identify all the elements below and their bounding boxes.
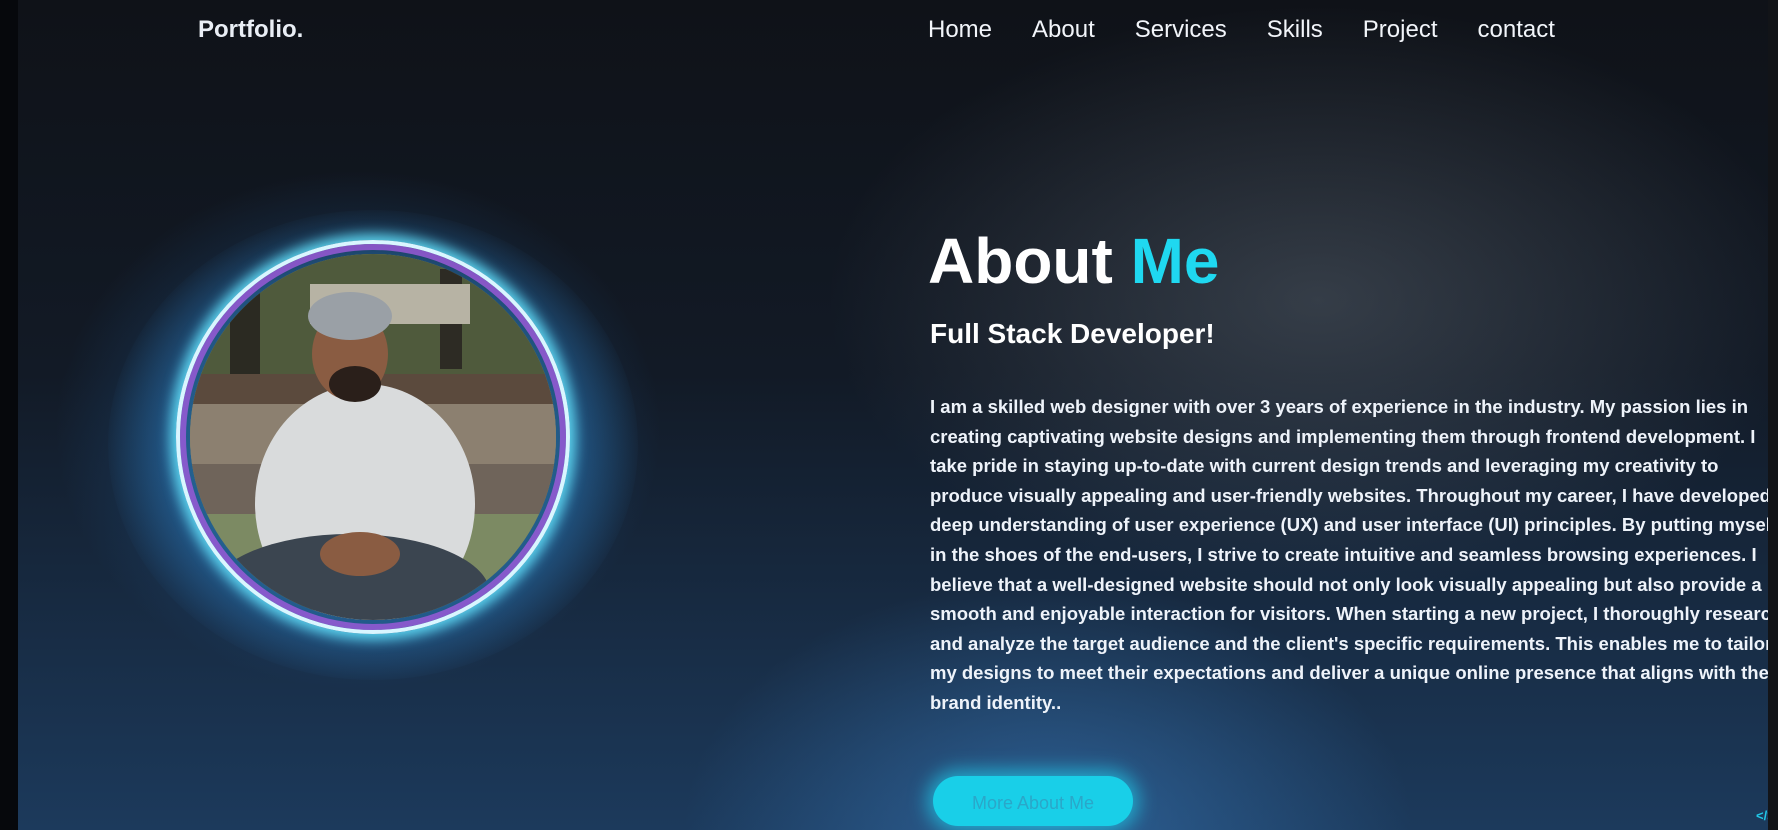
profile-photo-illustration: [190, 254, 556, 620]
nav-project[interactable]: Project: [1363, 16, 1438, 44]
role-subtitle: Full Stack Developer!: [930, 318, 1215, 349]
bio-paragraph: I am a skilled web designer with over 3 …: [930, 396, 1768, 713]
page-screen: Portfolio. Home About Services Skills Pr…: [18, 0, 1768, 830]
monitor-bezel-right: [1768, 0, 1778, 830]
nav-contact[interactable]: contact: [1478, 16, 1555, 44]
main-nav: Home About Services Skills Project conta…: [928, 16, 1595, 44]
site-logo[interactable]: Portfolio.: [198, 16, 303, 44]
title-main: About: [928, 225, 1113, 297]
section-title: About Me: [928, 224, 1220, 298]
profile-photo: [190, 254, 556, 620]
code-icon: </>: [1756, 808, 1768, 823]
title-accent: Me: [1130, 225, 1220, 297]
nav-services[interactable]: Services: [1135, 16, 1227, 44]
nav-about[interactable]: About: [1032, 16, 1095, 44]
nav-home[interactable]: Home: [928, 16, 992, 44]
nav-skills[interactable]: Skills: [1267, 16, 1323, 44]
more-about-me-button[interactable]: More About Me: [933, 776, 1133, 826]
monitor-bezel-left: [0, 0, 18, 830]
